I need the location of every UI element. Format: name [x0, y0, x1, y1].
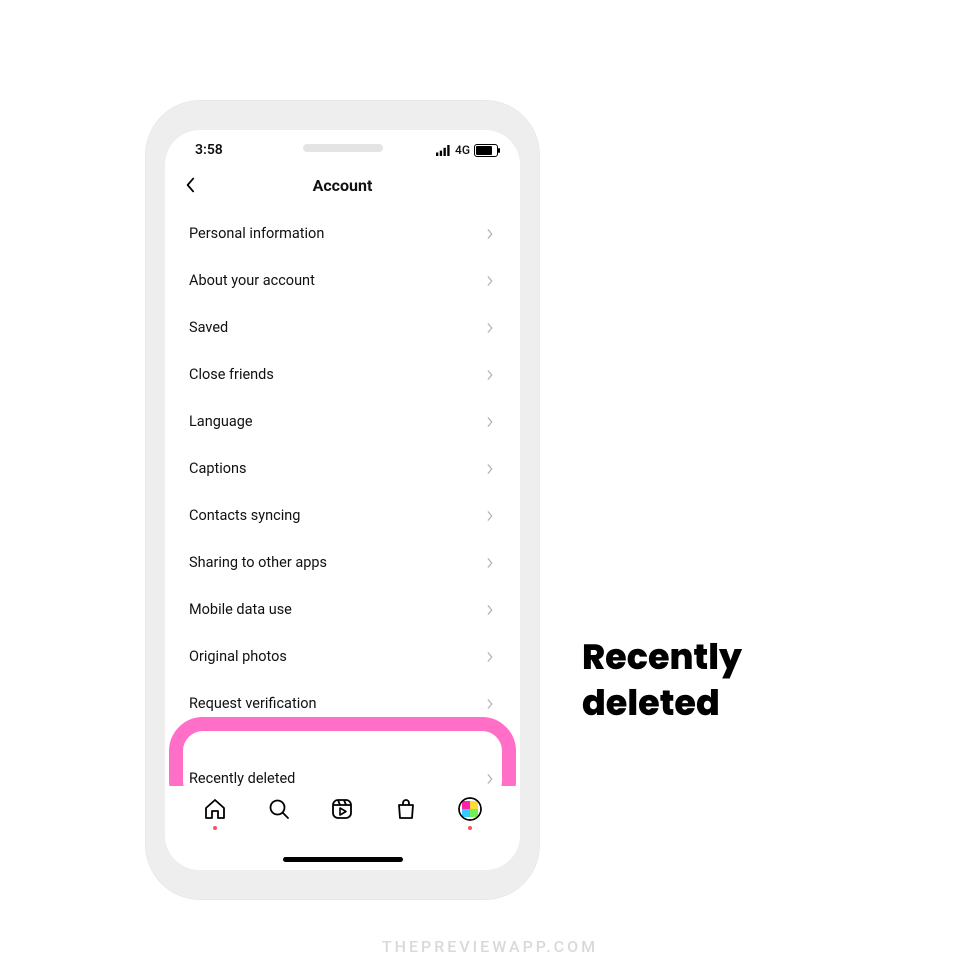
- reels-icon: [330, 797, 354, 821]
- row-label: Language: [189, 413, 253, 430]
- notification-dot-icon: [213, 826, 217, 830]
- settings-list: Personal information About your account …: [165, 206, 520, 861]
- status-time: 3:58: [195, 142, 223, 158]
- battery-icon: [474, 144, 498, 157]
- row-request-verification[interactable]: Request verification: [165, 680, 520, 727]
- row-label: Captions: [189, 460, 247, 477]
- nav-search[interactable]: [266, 796, 292, 822]
- chevron-right-icon: [484, 604, 496, 616]
- chevron-right-icon: [484, 651, 496, 663]
- chevron-right-icon: [484, 698, 496, 710]
- search-icon: [267, 797, 291, 821]
- network-label: 4G: [455, 143, 470, 157]
- phone-screen: 3:58 4G Account Personal information: [165, 130, 520, 870]
- row-label: Close friends: [189, 366, 274, 383]
- chevron-right-icon: [484, 510, 496, 522]
- watermark: THEPREVIEWAPP.COM: [382, 937, 598, 956]
- row-sharing-to-other-apps[interactable]: Sharing to other apps: [165, 539, 520, 586]
- page-header: Account: [165, 164, 520, 206]
- row-label: Request verification: [189, 695, 317, 712]
- chevron-right-icon: [484, 557, 496, 569]
- row-label: Original photos: [189, 648, 287, 665]
- row-original-photos[interactable]: Original photos: [165, 633, 520, 680]
- row-label: Saved: [189, 319, 228, 336]
- home-icon: [203, 797, 227, 821]
- chevron-right-icon: [484, 369, 496, 381]
- chevron-right-icon: [484, 322, 496, 334]
- row-label: About your account: [189, 272, 315, 289]
- row-label: Recently deleted: [189, 770, 295, 787]
- chevron-right-icon: [484, 228, 496, 240]
- chevron-right-icon: [484, 773, 496, 785]
- notch: [303, 144, 383, 152]
- annotation-line: Recently: [582, 635, 742, 681]
- home-indicator: [283, 857, 403, 862]
- chevron-right-icon: [484, 463, 496, 475]
- bottom-nav: [165, 786, 520, 870]
- row-label: Mobile data use: [189, 601, 292, 618]
- chevron-right-icon: [484, 275, 496, 287]
- row-about-your-account[interactable]: About your account: [165, 257, 520, 304]
- row-label: Personal information: [189, 225, 324, 242]
- row-captions[interactable]: Captions: [165, 445, 520, 492]
- row-label: Sharing to other apps: [189, 554, 327, 571]
- nav-profile[interactable]: [457, 796, 483, 822]
- profile-avatar-icon: [458, 797, 482, 821]
- chevron-left-icon: [183, 177, 197, 193]
- row-mobile-data-use[interactable]: Mobile data use: [165, 586, 520, 633]
- row-contacts-syncing[interactable]: Contacts syncing: [165, 492, 520, 539]
- page-title: Account: [313, 176, 373, 195]
- nav-reels[interactable]: [329, 796, 355, 822]
- row-language[interactable]: Language: [165, 398, 520, 445]
- row-saved[interactable]: Saved: [165, 304, 520, 351]
- nav-home[interactable]: [202, 796, 228, 822]
- row-label: Contacts syncing: [189, 507, 300, 524]
- row-personal-information[interactable]: Personal information: [165, 210, 520, 257]
- chevron-right-icon: [484, 416, 496, 428]
- back-button[interactable]: [179, 174, 201, 196]
- signal-icon: [436, 145, 451, 156]
- annotation-label: Recently deleted: [582, 635, 742, 726]
- row-close-friends[interactable]: Close friends: [165, 351, 520, 398]
- shop-icon: [394, 797, 418, 821]
- status-indicators: 4G: [436, 143, 498, 157]
- nav-shop[interactable]: [393, 796, 419, 822]
- annotation-line: deleted: [582, 681, 742, 727]
- phone-frame: 3:58 4G Account Personal information: [145, 100, 540, 900]
- notification-dot-icon: [468, 826, 472, 830]
